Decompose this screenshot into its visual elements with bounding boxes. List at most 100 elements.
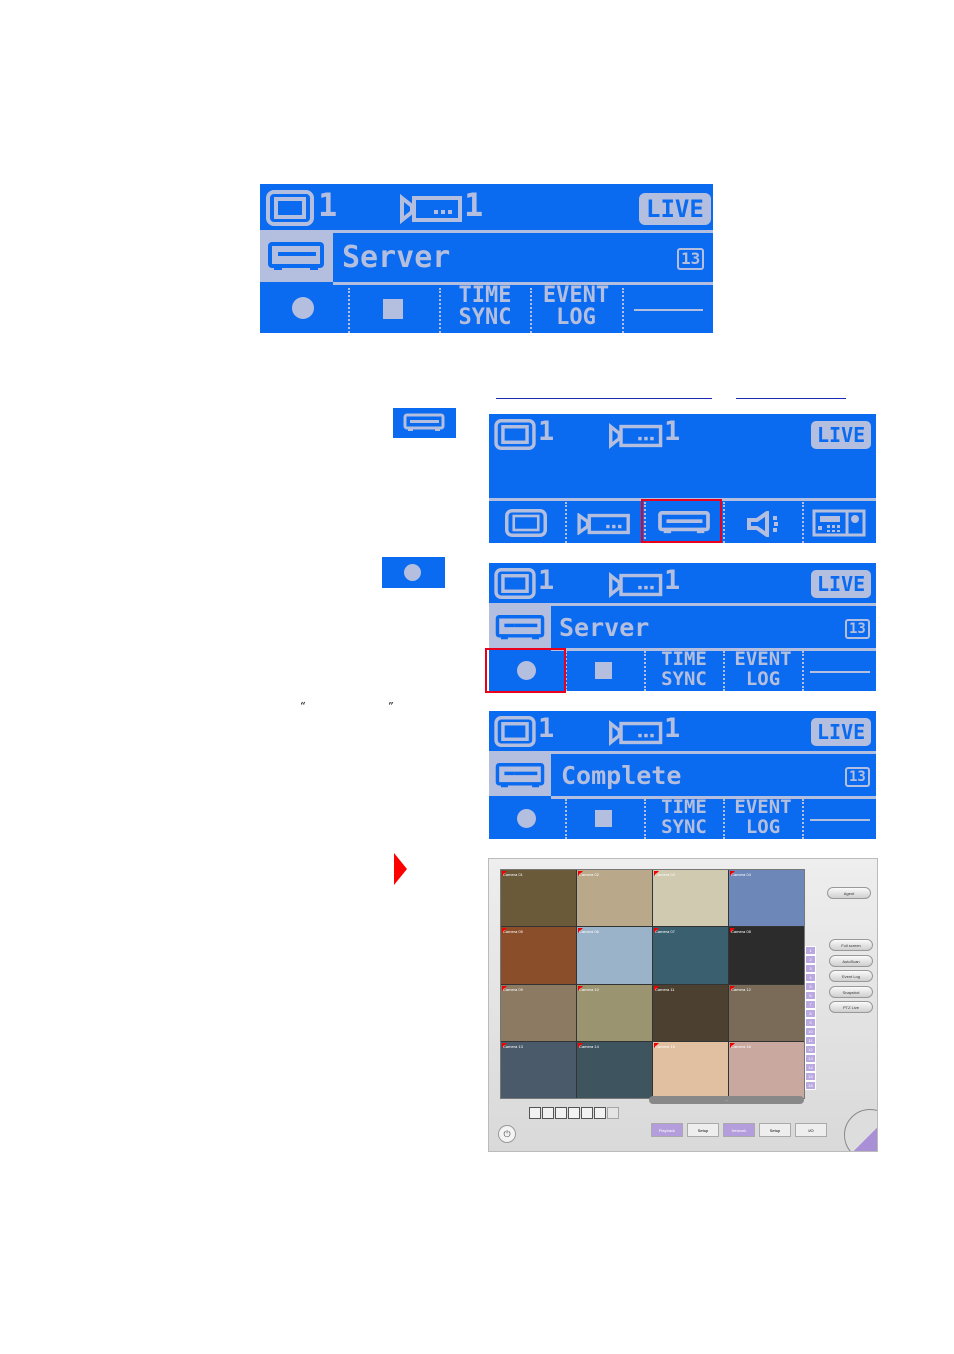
event-log-line2: LOG	[745, 668, 781, 690]
camera-tile[interactable]: Camera 10	[577, 984, 652, 1041]
time-sync-button[interactable]: TIME SYNC	[646, 797, 722, 839]
camera-tile[interactable]: Camera 12	[729, 984, 804, 1041]
tab-label: Network	[731, 1127, 747, 1133]
channel-button[interactable]: 14	[805, 1063, 816, 1072]
live-badge: LIVE	[639, 193, 711, 225]
channel-badge: 13	[845, 619, 870, 639]
event-log-button[interactable]: EVENT LOG	[532, 285, 620, 333]
camera-count: 1	[664, 565, 681, 596]
server-icon	[495, 763, 545, 788]
monitor-icon	[494, 716, 536, 747]
stop-button[interactable]	[350, 285, 438, 333]
layout-6-button[interactable]	[581, 1107, 593, 1119]
layout-4-button[interactable]	[542, 1107, 554, 1119]
camera-tile[interactable]: Camera 13	[501, 1041, 576, 1098]
link-underline[interactable]	[736, 398, 846, 399]
channel-button[interactable]: 4	[805, 973, 816, 982]
event-log-button[interactable]: EVENT LOG	[725, 797, 801, 839]
ptz-live-button[interactable]: PTZ Live	[829, 1001, 873, 1013]
camera-button[interactable]	[567, 501, 643, 543]
tab-network[interactable]: Network	[723, 1123, 755, 1137]
link-underline[interactable]	[496, 398, 712, 399]
record-button[interactable]	[260, 285, 348, 333]
tab-setup-1[interactable]: Setup	[687, 1123, 719, 1137]
power-button[interactable]: ⏻	[498, 1125, 516, 1143]
camera-tile[interactable]: Camera 08	[729, 927, 804, 984]
channel-button[interactable]: 2	[805, 955, 816, 964]
channel-button[interactable]: 9	[805, 1018, 816, 1027]
camera-tile[interactable]: Camera 11	[653, 984, 728, 1041]
event-log-button[interactable]: EVENT LOG	[725, 649, 801, 691]
agent-button[interactable]: Agent	[827, 887, 871, 899]
autoscan-button[interactable]: AutoScan	[829, 955, 873, 967]
camera-tile[interactable]: Camera 15	[653, 1041, 728, 1098]
camera-tile[interactable]: Camera 14	[577, 1041, 652, 1098]
camera-tile[interactable]: Camera 01	[501, 870, 576, 927]
layout-16-button[interactable]	[568, 1107, 580, 1119]
monitor-count: 1	[538, 713, 555, 744]
camera-tile[interactable]: Camera 09	[501, 984, 576, 1041]
tab-setup-2[interactable]: Setup	[759, 1123, 791, 1137]
dvr-button[interactable]	[804, 501, 876, 543]
stop-icon	[383, 299, 403, 319]
event-log-button[interactable]: Event Log	[829, 970, 873, 982]
audio-button[interactable]	[725, 501, 801, 543]
camera-tile[interactable]: Camera 06	[577, 927, 652, 984]
autoscan-label: AutoScan	[842, 958, 860, 964]
channel-button[interactable]: 15	[805, 1072, 816, 1081]
channel-button[interactable]: 8	[805, 1009, 816, 1018]
channel-button[interactable]: 13	[805, 1054, 816, 1063]
snapshot-button[interactable]: Snapshot	[829, 986, 873, 998]
record-icon	[404, 564, 421, 581]
monitor-button[interactable]	[489, 501, 565, 543]
camera-tile[interactable]: Camera 03	[653, 870, 728, 927]
camera-label: Camera 01	[503, 872, 523, 877]
channel-button[interactable]: 10	[805, 1027, 816, 1036]
record-icon	[517, 809, 536, 828]
channel-button[interactable]: 11	[805, 1036, 816, 1045]
blank-button[interactable]	[804, 799, 876, 839]
camera-label: Camera 08	[731, 929, 751, 935]
record-button[interactable]	[489, 799, 565, 839]
blank-button[interactable]	[624, 285, 713, 333]
channel-button[interactable]: 3	[805, 964, 816, 973]
time-sync-line1: TIME	[661, 648, 707, 670]
layout-disabled-button[interactable]	[607, 1107, 619, 1119]
stop-button[interactable]	[567, 799, 643, 839]
camera-tile[interactable]: Camera 16	[729, 1041, 804, 1098]
camera-tile[interactable]: Camera 04	[729, 870, 804, 927]
full-screen-button[interactable]: Full screen	[829, 939, 873, 951]
channel-button[interactable]: 7	[805, 1000, 816, 1009]
camera-label: Camera 12	[731, 986, 751, 992]
camera-grid: Camera 01 Camera 02 Camera 03 Camera 04 Came…	[500, 869, 805, 1099]
blank-button[interactable]	[804, 651, 876, 691]
tab-label: Setup	[697, 1127, 709, 1133]
arrow-right-icon	[394, 853, 407, 885]
corner-dial[interactable]	[844, 1109, 877, 1151]
layout-1-button[interactable]	[529, 1107, 541, 1119]
channel-button[interactable]: 6	[805, 991, 816, 1000]
channel-button[interactable]: 16	[805, 1081, 816, 1090]
camera-label: Camera 13	[503, 1043, 523, 1049]
stop-button[interactable]	[567, 651, 643, 691]
camera-label: Camera 04	[731, 872, 751, 877]
camera-tile[interactable]: Camera 07	[653, 927, 728, 984]
time-sync-button[interactable]: TIME SYNC	[646, 649, 722, 691]
camera-label: Camera 05	[503, 929, 523, 935]
channel-button[interactable]: 12	[805, 1045, 816, 1054]
snapshot-label: Snapshot	[842, 989, 860, 995]
layout-13-button[interactable]	[594, 1107, 606, 1119]
time-sync-button[interactable]: TIME SYNC	[441, 285, 529, 333]
camera-icon	[577, 513, 630, 535]
blank-line	[810, 671, 870, 673]
event-log-line1: EVENT	[734, 796, 792, 818]
channel-button[interactable]: 1	[805, 946, 816, 955]
channel-button[interactable]: 5	[805, 982, 816, 991]
camera-tile[interactable]: Camera 02	[577, 870, 652, 927]
layout-9-button[interactable]	[555, 1107, 567, 1119]
server-icon	[403, 413, 445, 431]
tab-playback[interactable]: Playback	[651, 1123, 683, 1137]
tab-io[interactable]: I/O	[795, 1123, 827, 1137]
blank-line	[634, 309, 703, 311]
camera-tile[interactable]: Camera 05	[501, 927, 576, 984]
